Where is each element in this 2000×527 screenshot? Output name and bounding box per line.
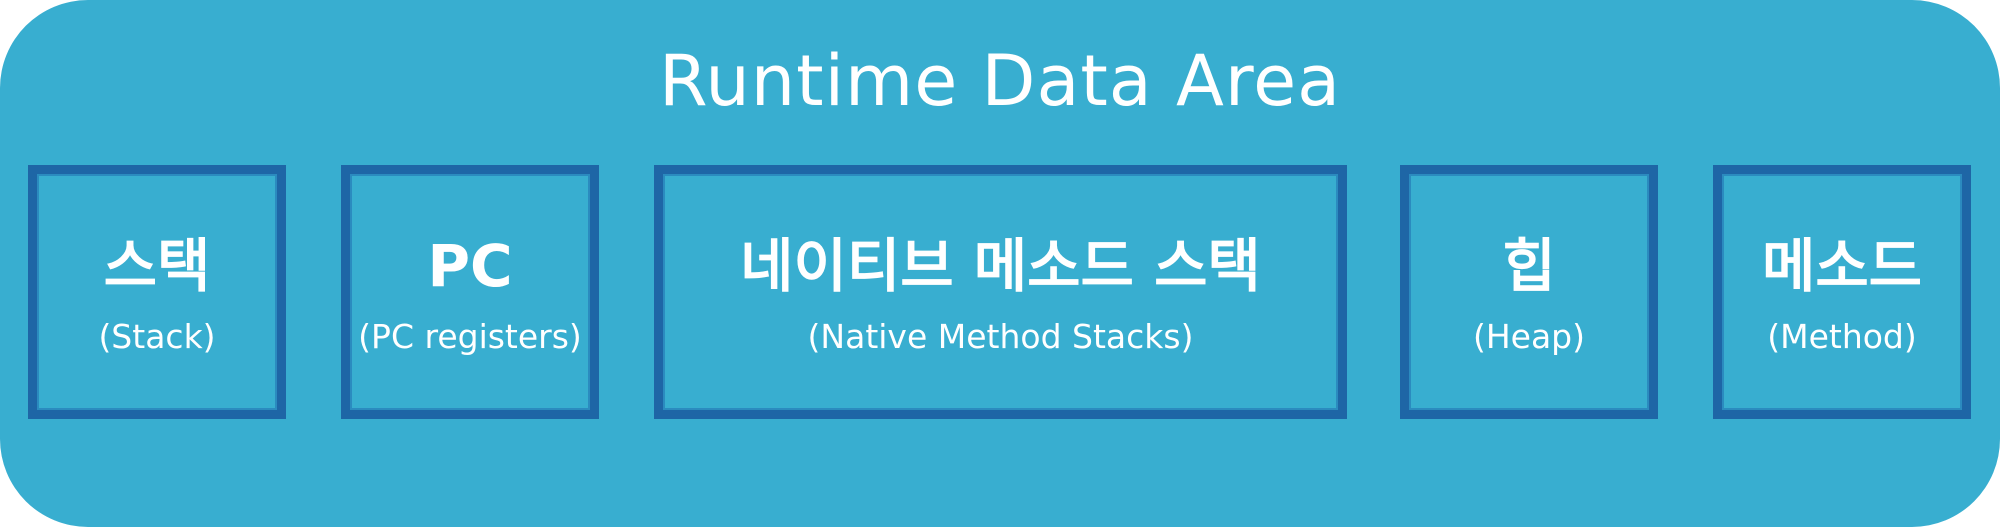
runtime-data-area-panel: Runtime Data Area 스택 (Stack) PC (PC regi… [0, 0, 2000, 527]
method-area-sublabel: (Method) [1767, 317, 1917, 356]
pc-registers-label: PC [427, 232, 513, 300]
pc-registers-sublabel: (PC registers) [358, 317, 582, 356]
stack-area-box: 스택 (Stack) [28, 165, 286, 419]
heap-area-box: 힙 (Heap) [1400, 165, 1658, 419]
method-area-label: 메소드 [1761, 232, 1923, 300]
native-method-stacks-box: 네이티브 메소드 스택 (Native Method Stacks) [654, 165, 1347, 419]
stack-area-label: 스택 [103, 232, 211, 300]
native-method-stacks-sublabel: (Native Method Stacks) [807, 317, 1194, 356]
pc-registers-box: PC (PC registers) [341, 165, 599, 419]
method-area-box: 메소드 (Method) [1713, 165, 1971, 419]
stack-area-sublabel: (Stack) [98, 317, 216, 356]
diagram-title: Runtime Data Area [658, 40, 1342, 122]
native-method-stacks-label: 네이티브 메소드 스택 [740, 232, 1261, 300]
heap-area-label: 힙 [1502, 232, 1556, 300]
heap-area-sublabel: (Heap) [1472, 317, 1586, 356]
